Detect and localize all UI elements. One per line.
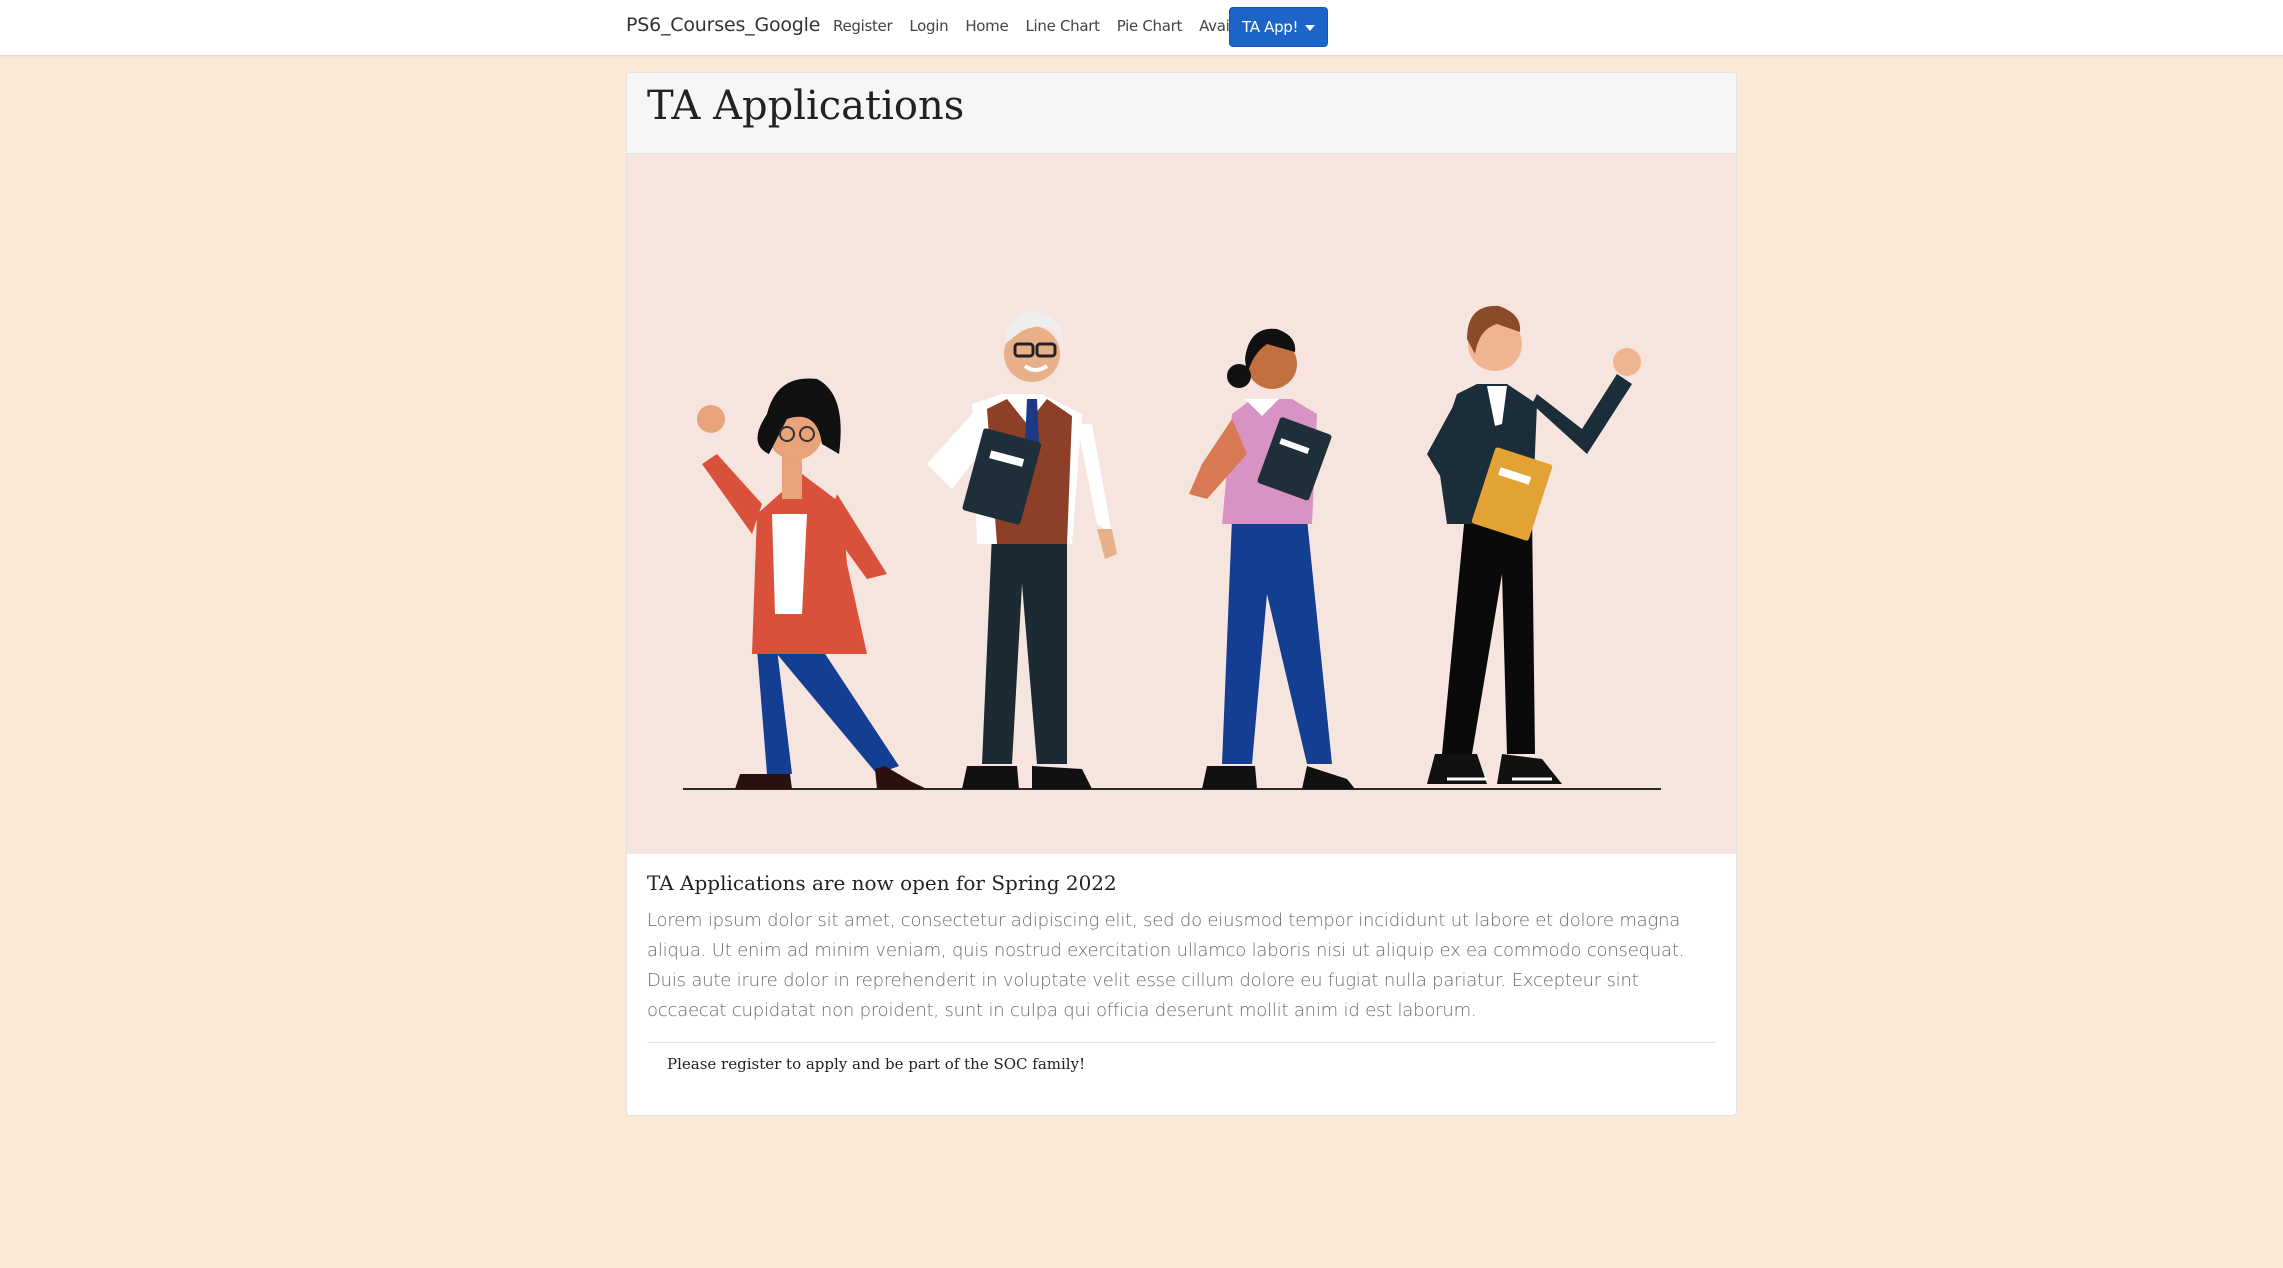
nav-links: Register Login Home Line Chart Pie Chart… [833, 17, 1250, 35]
people-illustration [683, 305, 1661, 790]
person-man-dark-suit [1427, 305, 1641, 784]
ta-app-dropdown-label: TA App! [1242, 18, 1299, 36]
brand-link[interactable]: PS6_Courses_Google [626, 14, 820, 36]
caret-down-icon [1305, 24, 1316, 31]
card-body-text: Lorem ipsum dolor sit amet, consectetur … [647, 910, 1685, 1021]
ta-applications-card: TA Applications TA Applications are now … [626, 72, 1737, 1116]
register-note: Please register to apply and be part of … [667, 1055, 1086, 1073]
person-woman-red-jacket [697, 378, 927, 789]
hero-illustration [627, 154, 1736, 854]
nav-login-link[interactable]: Login [909, 17, 948, 35]
card-divider [647, 1042, 1716, 1043]
ta-app-dropdown-button[interactable]: TA App! [1229, 7, 1329, 47]
person-older-man-vest [927, 311, 1117, 789]
nav-home-link[interactable]: Home [965, 17, 1008, 35]
nav-line-chart-link[interactable]: Line Chart [1025, 17, 1100, 35]
card-header: TA Applications [627, 73, 1736, 154]
nav-pie-chart-link[interactable]: Pie Chart [1117, 17, 1183, 35]
card-body-title: TA Applications are now open for Spring … [647, 871, 1117, 895]
page-title: TA Applications [647, 83, 965, 129]
top-navbar: PS6_Courses_Google Register Login Home L… [0, 0, 2283, 56]
nav-register-link[interactable]: Register [833, 17, 893, 35]
person-woman-pink-shirt [1189, 328, 1355, 789]
